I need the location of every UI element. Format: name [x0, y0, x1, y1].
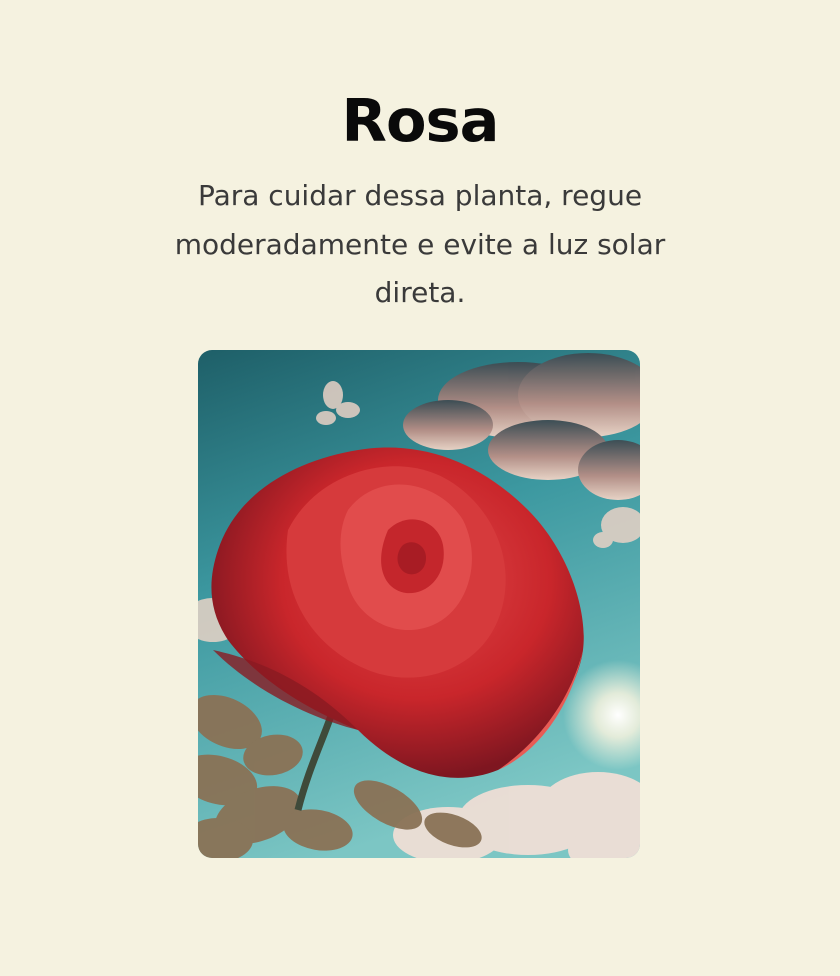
plant-card: Rosa Para cuidar dessa planta, regue mod… [0, 0, 840, 976]
rose-image [198, 350, 640, 858]
plant-care-description: Para cuidar dessa planta, regue moderada… [174, 179, 666, 309]
plant-title: Rosa [341, 86, 500, 155]
